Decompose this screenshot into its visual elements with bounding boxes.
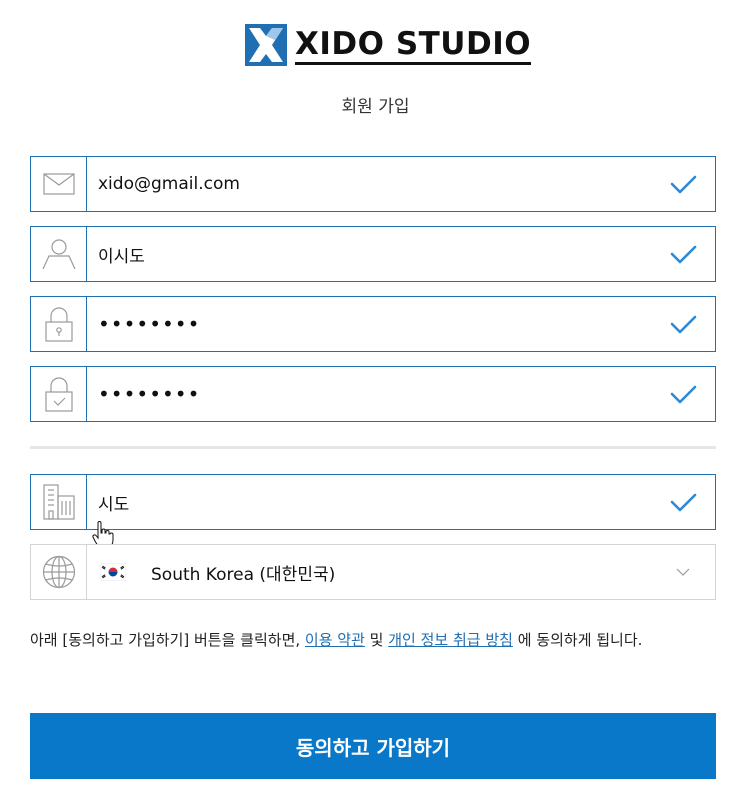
name-value[interactable]: 이시도 [87,242,668,267]
country-icon-cell [31,545,87,599]
email-icon-cell [31,157,87,211]
email-value[interactable]: xido@gmail.com [87,174,668,194]
city-icon-cell [31,475,87,529]
privacy-policy-link[interactable]: 개인 정보 취급 방침 [388,631,513,649]
logo: XIDO STUDIO [245,24,532,66]
country-select[interactable]: South Korea (대한민국) [30,544,716,600]
password-confirm-icon-cell [31,367,87,421]
check-icon [670,175,697,194]
lock-icon [44,307,73,342]
password-value[interactable]: •••••••• [87,312,668,336]
building-icon [42,484,75,520]
agree-signup-button[interactable]: 동의하고 가입하기 [30,713,716,779]
terms-suffix: 에 동의하게 됩니다. [512,631,643,649]
password-field[interactable]: •••••••• [30,296,716,352]
terms-text: 아래 [동의하고 가입하기] 버튼을 클릭하면, 이용 약관 및 개인 정보 취… [30,626,690,654]
check-icon [670,315,697,334]
section-divider [30,446,716,449]
logo-mark-icon [245,24,287,66]
mail-icon [42,173,75,195]
globe-icon [42,555,75,589]
page-title: 회원 가입 [341,97,410,117]
name-field[interactable]: 이시도 [30,226,716,282]
city-value[interactable]: 시도 [87,490,668,515]
check-icon [670,385,697,404]
password-confirm-field[interactable]: •••••••• [30,366,716,422]
south-korea-flag-icon [100,563,126,581]
user-icon [41,239,76,270]
password-icon-cell [31,297,87,351]
password-confirm-value[interactable]: •••••••• [87,382,668,406]
check-icon [670,493,697,512]
terms-prefix: 아래 [동의하고 가입하기] 버튼을 클릭하면, [30,631,305,649]
check-icon [670,245,697,264]
lock-check-icon [44,377,73,412]
email-field[interactable]: xido@gmail.com [30,156,716,212]
city-field[interactable]: 시도 [30,474,716,530]
terms-of-use-link[interactable]: 이용 약관 [305,631,365,649]
terms-middle: 및 [364,631,389,649]
name-icon-cell [31,227,87,281]
chevron-down-icon[interactable] [675,564,691,580]
logo-text: XIDO STUDIO [295,26,532,65]
country-value[interactable]: South Korea (대한민국) [126,560,675,585]
